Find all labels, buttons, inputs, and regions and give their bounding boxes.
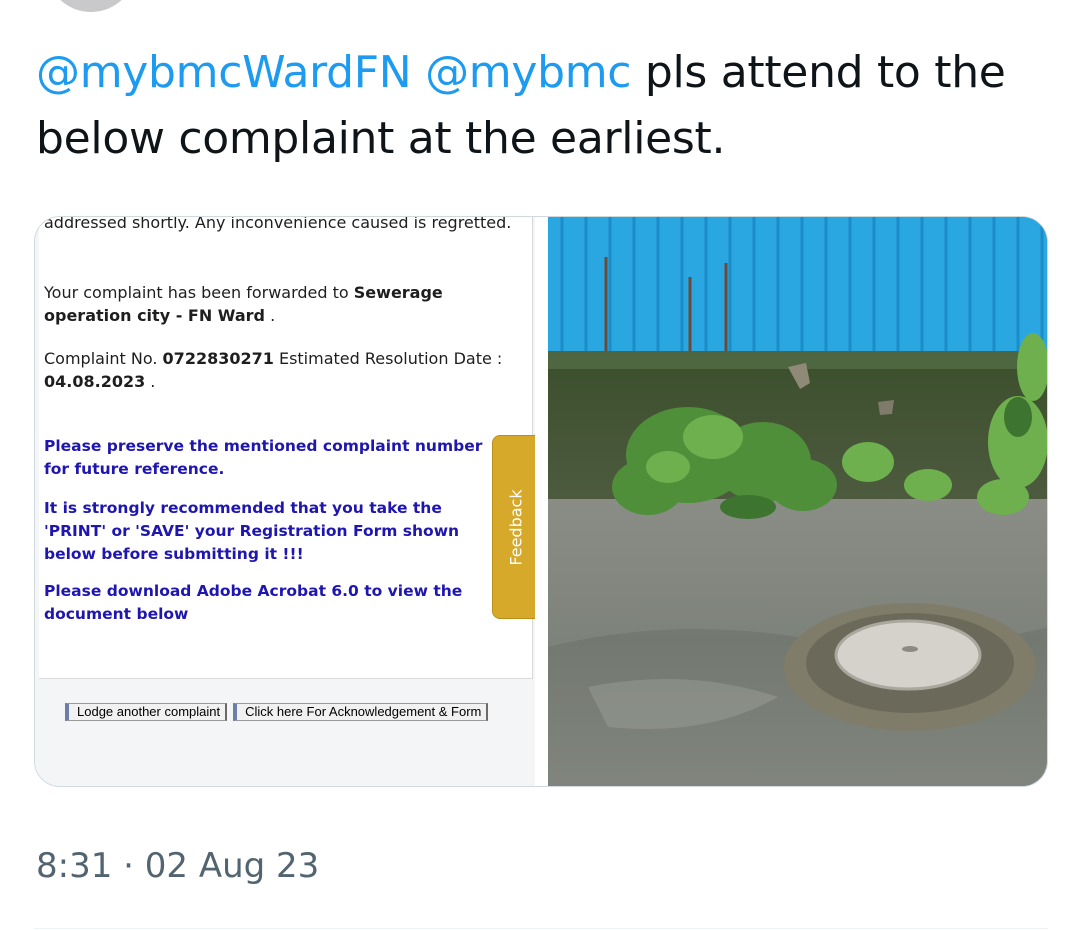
feedback-label: Feedback (506, 488, 526, 566)
screenshot-complaint-text: Complaint No. 0722830271 Estimated Resol… (44, 347, 524, 393)
screenshot-notice-print: It is strongly recommended that you take… (44, 499, 460, 563)
manhole-photo-drawing (548, 217, 1047, 786)
media-divider (535, 217, 548, 786)
screenshot-notice-preserve: Please preserve the mentioned complaint … (44, 437, 483, 478)
fence (548, 217, 1047, 355)
feedback-tab: Feedback (492, 435, 540, 619)
screenshot-notice-acrobat: Please download Adobe Acrobat 6.0 to vie… (44, 582, 463, 623)
forwarded-suffix: . (265, 306, 276, 325)
complaint-label: Complaint No. (44, 349, 163, 368)
mention-link[interactable]: @mybmcWardFN (36, 47, 412, 98)
screenshot-page: addressed shortly. Any inconvenience cau… (39, 216, 540, 679)
divider (34, 928, 1048, 929)
manhole-photo[interactable] (548, 217, 1047, 786)
resolution-date: 04.08.2023 (44, 372, 146, 391)
acknowledgement-button: Click here For Acknowledgement & Form (233, 703, 489, 721)
avatar[interactable] (46, 0, 136, 12)
forwarded-prefix: Your complaint has been forwarded to (44, 283, 354, 302)
lodge-complaint-button: Lodge another complaint (65, 703, 228, 721)
complaint-screenshot-image[interactable]: addressed shortly. Any inconvenience cau… (35, 216, 540, 786)
resolution-suffix: . (145, 372, 156, 391)
screenshot-button-row: Lodge another complaint Click here For A… (65, 703, 489, 721)
tweet-text: @mybmcWardFN @mybmc pls attend to the be… (36, 40, 1046, 172)
complaint-number: 0722830271 (162, 349, 274, 368)
mention-link[interactable]: @mybmc (425, 47, 631, 98)
tweet-timestamp[interactable]: 8:31 · 02 Aug 23 (36, 846, 319, 886)
screenshot-intro-text: addressed shortly. Any inconvenience cau… (44, 216, 512, 232)
resolution-label: Estimated Resolution Date : (273, 349, 503, 368)
screenshot-forwarded-text: Your complaint has been forwarded to Sew… (44, 281, 504, 327)
media-card: addressed shortly. Any inconvenience cau… (34, 216, 1048, 787)
